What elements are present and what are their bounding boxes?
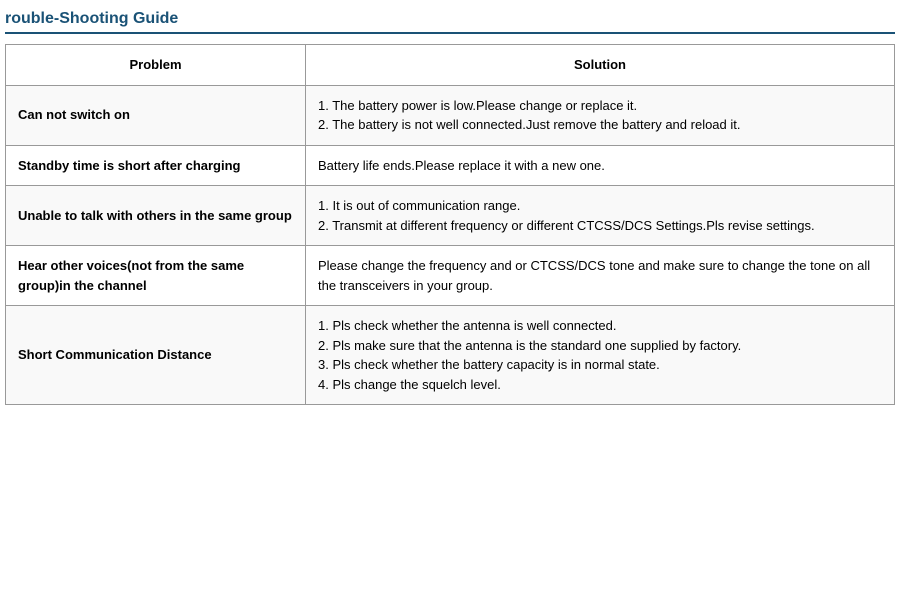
solution-cell: Battery life ends.Please replace it with… <box>306 145 895 186</box>
problem-cell: Unable to talk with others in the same g… <box>6 186 306 246</box>
solution-line: 1. It is out of communication range. <box>318 198 520 213</box>
solution-line: 2. Transmit at different frequency or di… <box>318 218 815 233</box>
table-row: Hear other voices(not from the same grou… <box>6 246 895 306</box>
table-row: Can not switch on 1. The battery power is… <box>6 85 895 145</box>
header-solution: Solution <box>306 45 895 86</box>
page-title: rouble-Shooting Guide <box>5 10 895 34</box>
solution-line: 1. The battery power is low.Please chang… <box>318 98 637 113</box>
solution-line: 2. The battery is not well connected.Jus… <box>318 117 741 132</box>
table-row: Unable to talk with others in the same g… <box>6 186 895 246</box>
solution-line: Battery life ends.Please replace it with… <box>318 158 605 173</box>
table-row: Standby time is short after charging Batt… <box>6 145 895 186</box>
solution-line: Please change the frequency and or CTCSS… <box>318 258 870 293</box>
solution-cell: 1. Pls check whether the antenna is well… <box>306 306 895 405</box>
solution-line: 4. Pls change the squelch level. <box>318 377 501 392</box>
solution-cell: 1. It is out of communication range. 2. T… <box>306 186 895 246</box>
problem-cell: Standby time is short after charging <box>6 145 306 186</box>
table-row: Short Communication Distance 1. Pls check… <box>6 306 895 405</box>
table-header-row: Problem Solution <box>6 45 895 86</box>
problem-cell: Hear other voices(not from the same grou… <box>6 246 306 306</box>
solution-line: 1. Pls check whether the antenna is well… <box>318 318 616 333</box>
solution-cell: Please change the frequency and or CTCSS… <box>306 246 895 306</box>
page-container: rouble-Shooting Guide Problem Solution C… <box>0 0 900 415</box>
problem-cell: Short Communication Distance <box>6 306 306 405</box>
solution-line: 2. Pls make sure that the antenna is the… <box>318 338 741 353</box>
solution-line: 3. Pls check whether the battery capacit… <box>318 357 660 372</box>
troubleshooting-table: Problem Solution Can not switch on 1. The… <box>5 44 895 405</box>
problem-cell: Can not switch on <box>6 85 306 145</box>
solution-cell: 1. The battery power is low.Please chang… <box>306 85 895 145</box>
header-problem: Problem <box>6 45 306 86</box>
